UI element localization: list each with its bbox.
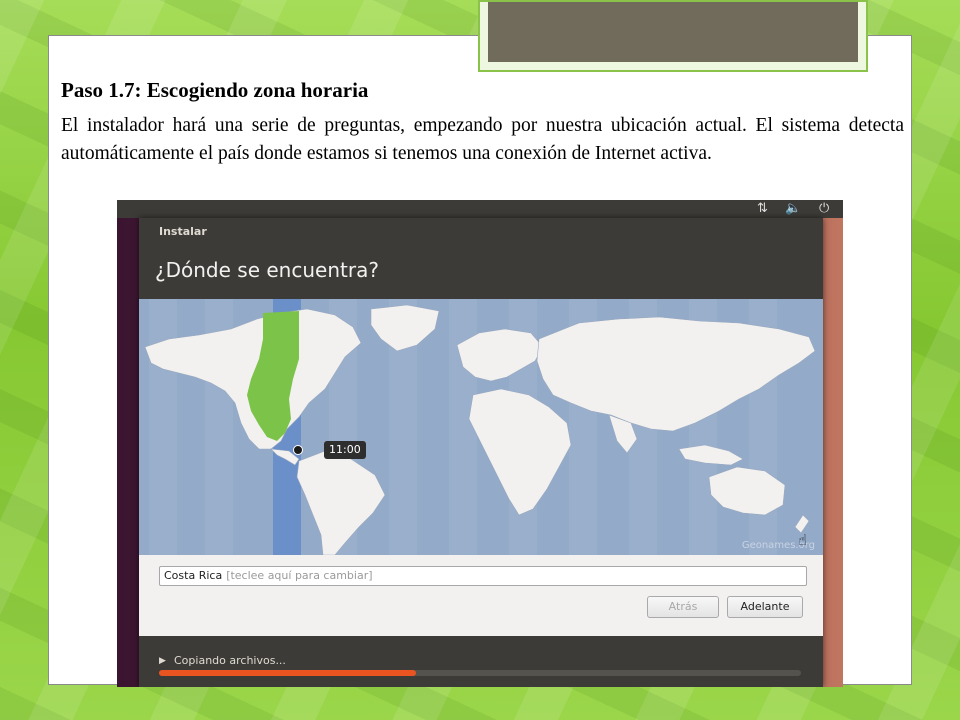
south-america-shape: [296, 450, 386, 555]
window-title: Instalar: [159, 225, 207, 238]
africa-shape: [468, 388, 572, 516]
location-field[interactable]: Costa Rica [teclee aquí para cambiar]: [159, 566, 807, 586]
progress-section: ▶ Copiando archivos...: [139, 636, 823, 687]
location-hint: [teclee aquí para cambiar]: [226, 569, 373, 582]
timezone-time-label: 11:00: [324, 441, 366, 459]
desktop-top-panel: ⇅ 🔈 ⏻: [117, 200, 843, 218]
location-value: Costa Rica: [164, 569, 223, 582]
southeast-asia-shape: [678, 444, 744, 466]
page-question: ¿Dónde se encuentra?: [155, 258, 379, 282]
slide-paragraph: El instalador hará una serie de pregunta…: [61, 115, 904, 164]
world-map-svg: [144, 299, 816, 555]
title-decoration-fill: [488, 2, 858, 62]
installer-window: Instalar ¿Dónde se encuentra? 11:00 Geon…: [139, 218, 823, 687]
progress-bar: [159, 670, 801, 676]
installer-screenshot: ⇅ 🔈 ⏻ Instalar ¿Dónde se encuentra? 11:0…: [117, 200, 843, 687]
slide-heading: Paso 1.7: Escogiendo zona horaria: [61, 78, 369, 102]
mouse-pointer-icon: ☝: [798, 531, 808, 549]
location-marker[interactable]: [293, 445, 303, 455]
next-button[interactable]: Adelante: [727, 596, 803, 618]
network-icon[interactable]: ⇅: [757, 201, 768, 217]
power-icon[interactable]: ⏻: [819, 201, 829, 217]
installer-header: Instalar ¿Dónde se encuentra?: [139, 218, 823, 299]
greenland-shape: [370, 304, 440, 352]
progress-bar-fill: [159, 670, 416, 676]
timezone-map[interactable]: 11:00 Geonames.org ☝: [139, 299, 823, 555]
back-button[interactable]: Atrás: [647, 596, 719, 618]
expander-triangle-icon[interactable]: ▶: [159, 656, 166, 666]
progress-label: Copiando archivos...: [174, 654, 286, 667]
title-decoration: [478, 0, 868, 72]
volume-icon[interactable]: 🔈: [785, 201, 801, 217]
